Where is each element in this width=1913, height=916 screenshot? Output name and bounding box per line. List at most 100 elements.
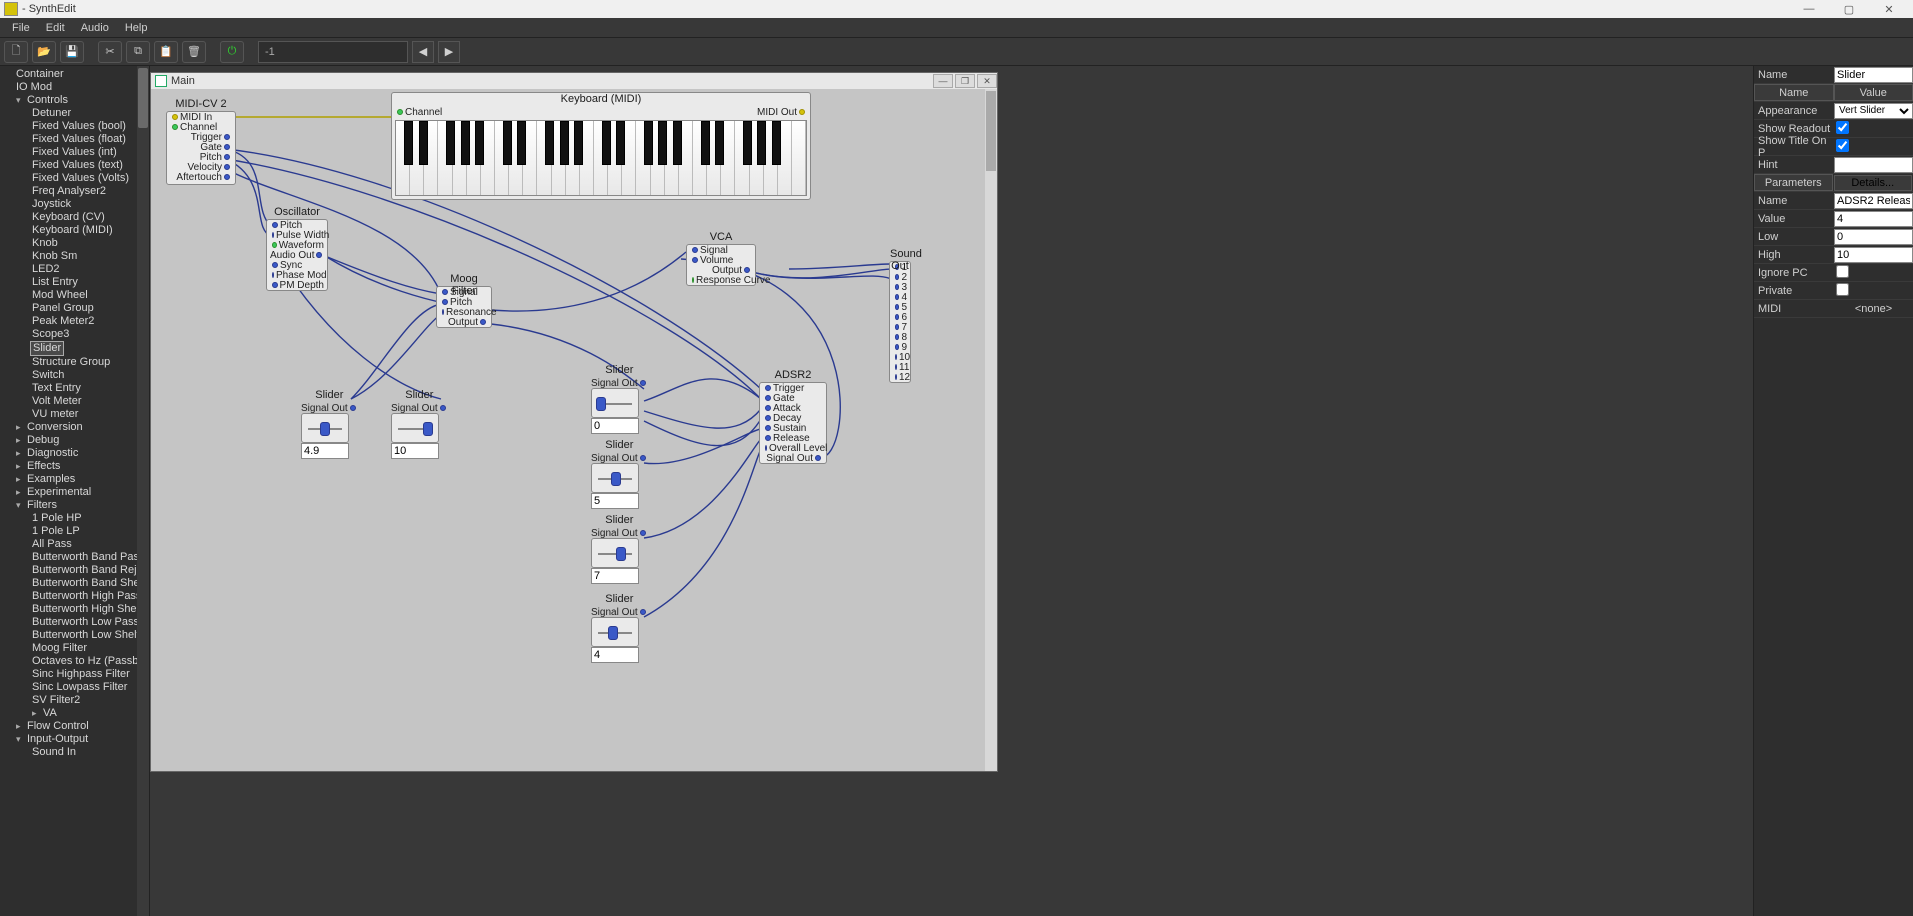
preset-prev-button[interactable]: ◀ [412, 41, 434, 63]
appearance-select[interactable]: Vert Slider [1834, 103, 1913, 119]
node-slider[interactable]: SliderSignal Out 0 [591, 364, 648, 434]
pin-out[interactable] [224, 164, 230, 170]
tree-item[interactable]: Sinc Highpass Filter [2, 668, 147, 681]
mdi-minimize[interactable]: — [933, 74, 953, 88]
mdi-titlebar[interactable]: Main — ❐ ✕ [151, 73, 997, 89]
power-button[interactable]: ⏻ [220, 41, 244, 63]
midi-value[interactable]: <none> [1834, 303, 1913, 315]
tree-item[interactable]: Flow Control [2, 720, 147, 733]
tree-item[interactable]: Examples [2, 473, 147, 486]
slider-readout[interactable]: 4.9 [301, 443, 349, 459]
tree-item[interactable]: Knob Sm [2, 250, 147, 263]
node-keyboard[interactable]: Keyboard (MIDI) Channel MIDI Out [391, 92, 811, 200]
tree-item[interactable]: VU meter [2, 408, 147, 421]
node-midi-cv[interactable]: MIDI-CV 2 MIDI In Channel Trigger Gate P… [166, 111, 236, 185]
pin-in[interactable] [172, 124, 178, 130]
mdi-restore[interactable]: ❐ [955, 74, 975, 88]
node-slider[interactable]: SliderSignal Out 4 [591, 593, 648, 663]
tree-item[interactable]: Butterworth Band Shelf [2, 577, 147, 590]
cut-button[interactable]: ✂ [98, 41, 122, 63]
tree-item[interactable]: Moog Filter [2, 642, 147, 655]
slider-body[interactable] [591, 388, 639, 418]
module-tree[interactable]: ContainerIO ModControlsDetunerFixed Valu… [0, 66, 150, 916]
pin-in[interactable] [172, 114, 178, 120]
tree-item[interactable]: Sound In [2, 746, 147, 759]
patch-canvas[interactable]: MIDI-CV 2 MIDI In Channel Trigger Gate P… [151, 89, 997, 771]
menu-file[interactable]: File [4, 20, 38, 36]
tree-item[interactable]: Experimental [2, 486, 147, 499]
maximize-button[interactable]: ▢ [1829, 0, 1869, 18]
slider-body[interactable] [391, 413, 439, 443]
slider-readout[interactable]: 0 [591, 418, 639, 434]
tree-item[interactable]: Butterworth High Shelf [2, 603, 147, 616]
tree-item[interactable]: Container [2, 68, 147, 81]
tree-item[interactable]: Knob [2, 237, 147, 250]
pin-out[interactable] [224, 154, 230, 160]
preset-field[interactable]: -1 [258, 41, 408, 63]
tree-item[interactable]: Structure Group [2, 356, 147, 369]
param-name-input[interactable] [1834, 193, 1913, 209]
tree-item[interactable]: Keyboard (MIDI) [2, 224, 147, 237]
tree-item[interactable]: Conversion [2, 421, 147, 434]
menu-audio[interactable]: Audio [73, 20, 117, 36]
param-value-input[interactable] [1834, 211, 1913, 227]
node-slider[interactable]: SliderSignal Out 10 [391, 389, 448, 459]
node-slider[interactable]: SliderSignal Out 4.9 [301, 389, 358, 459]
tree-item[interactable]: Text Entry [2, 382, 147, 395]
node-vca[interactable]: VCA Signal Volume Output Response Curve [686, 244, 756, 286]
node-adsr2[interactable]: ADSR2 Trigger Gate Attack Decay Sustain … [759, 382, 827, 464]
slider-body[interactable] [591, 463, 639, 493]
tree-item[interactable]: Detuner [2, 107, 147, 120]
private-check[interactable] [1836, 283, 1849, 296]
slider-readout[interactable]: 4 [591, 647, 639, 663]
pin-out[interactable] [224, 134, 230, 140]
tree-item[interactable]: Effects [2, 460, 147, 473]
pin-out[interactable] [440, 405, 446, 411]
node-sound-out[interactable]: Sound Out 123456789101112 [889, 261, 911, 383]
mdi-window[interactable]: Main — ❐ ✕ [150, 72, 998, 772]
slider-readout[interactable]: 7 [591, 568, 639, 584]
piano-keys[interactable] [395, 120, 807, 196]
tree-item[interactable]: Keyboard (CV) [2, 211, 147, 224]
prop-name-input[interactable] [1834, 67, 1913, 83]
tree-item[interactable]: List Entry [2, 276, 147, 289]
tree-item[interactable]: Butterworth Low Pass [2, 616, 147, 629]
slider-body[interactable] [591, 538, 639, 568]
tree-item[interactable]: Slider [30, 341, 64, 356]
canvas-scrollbar[interactable] [985, 89, 997, 771]
tree-item[interactable]: Controls [2, 94, 147, 107]
hint-input[interactable] [1834, 157, 1913, 173]
node-slider[interactable]: SliderSignal Out 7 [591, 514, 648, 584]
new-button[interactable]: 🗋 [4, 41, 28, 63]
pin-out[interactable] [640, 380, 646, 386]
open-button[interactable]: 📂 [32, 41, 56, 63]
details-button[interactable]: Details... [1834, 175, 1913, 191]
tree-item[interactable]: Fixed Values (Volts) [2, 172, 147, 185]
mdi-close[interactable]: ✕ [977, 74, 997, 88]
pin-out[interactable] [640, 609, 646, 615]
pin-out[interactable] [224, 174, 230, 180]
tree-item[interactable]: Fixed Values (bool) [2, 120, 147, 133]
tree-item[interactable]: Butterworth Band Reject [2, 564, 147, 577]
param-low-input[interactable] [1834, 229, 1913, 245]
tree-item[interactable]: VA [2, 707, 147, 720]
close-button[interactable]: ✕ [1869, 0, 1909, 18]
tree-item[interactable]: Switch [2, 369, 147, 382]
tree-item[interactable]: LED2 [2, 263, 147, 276]
menu-help[interactable]: Help [117, 20, 156, 36]
tree-item[interactable]: Freq Analyser2 [2, 185, 147, 198]
menu-edit[interactable]: Edit [38, 20, 73, 36]
pin-out[interactable] [640, 455, 646, 461]
node-oscillator[interactable]: Oscillator Pitch Pulse Width Waveform Au… [266, 219, 328, 291]
tree-item[interactable]: Input-Output [2, 733, 147, 746]
paste-button[interactable]: 📋 [154, 41, 178, 63]
tree-item[interactable]: Diagnostic [2, 447, 147, 460]
tree-item[interactable]: Joystick [2, 198, 147, 211]
tree-item[interactable]: Sinc Lowpass Filter [2, 681, 147, 694]
tree-item[interactable]: Volt Meter [2, 395, 147, 408]
tree-item[interactable]: Fixed Values (int) [2, 146, 147, 159]
tree-item[interactable]: Mod Wheel [2, 289, 147, 302]
pin-out[interactable] [224, 144, 230, 150]
tree-item[interactable]: All Pass [2, 538, 147, 551]
save-button[interactable]: 💾 [60, 41, 84, 63]
